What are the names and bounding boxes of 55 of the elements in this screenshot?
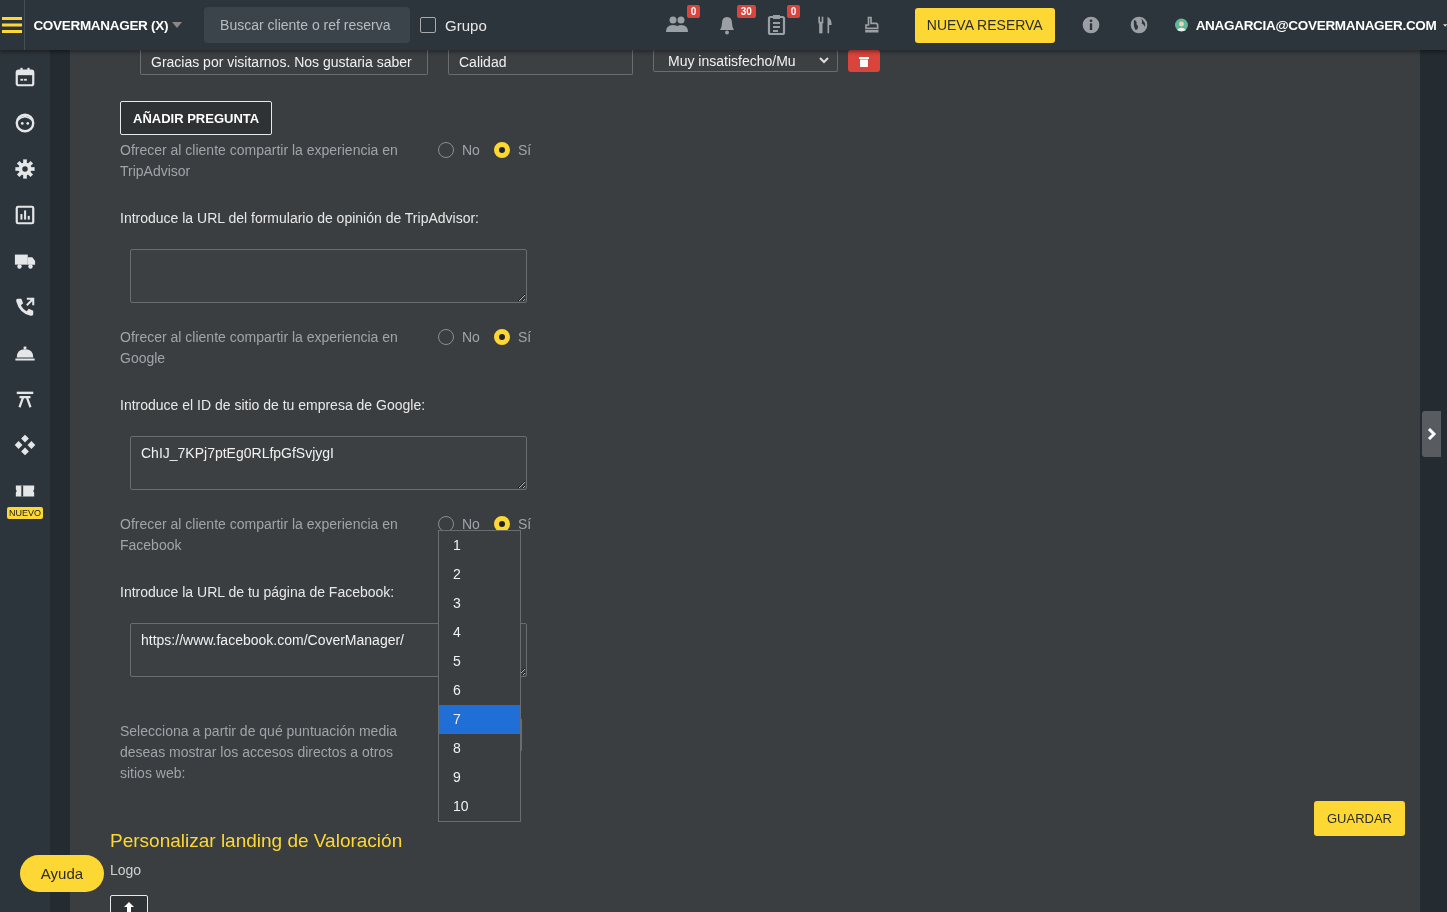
logo-label: Logo bbox=[110, 861, 143, 880]
score-label: Selecciona a partir de qué puntuación media deseas mostrar los accesos directos a otros sitios web: bbox=[120, 722, 399, 783]
group-checkbox[interactable]: Grupo bbox=[420, 16, 487, 34]
delete-button[interactable] bbox=[848, 50, 880, 72]
menu-icon[interactable] bbox=[2, 17, 23, 33]
scale-select[interactable]: Muy insatisfecho/Mu bbox=[653, 50, 838, 72]
brand-selector[interactable]: COVERMANAGER (X) bbox=[33, 17, 183, 33]
expand-panel-button[interactable] bbox=[1422, 411, 1441, 457]
upload-icon bbox=[123, 902, 135, 912]
globe-icon[interactable] bbox=[1128, 15, 1149, 35]
save-button[interactable]: GUARDAR bbox=[1314, 801, 1405, 836]
chart-icon[interactable] bbox=[14, 203, 36, 227]
dropdown-option[interactable]: 10 bbox=[439, 792, 520, 821]
dropdown-option[interactable]: 3 bbox=[439, 589, 520, 618]
trash-icon bbox=[859, 55, 869, 67]
count-badge: 0 bbox=[686, 5, 701, 18]
dropdown-option[interactable]: 8 bbox=[439, 734, 520, 763]
dropdown-option[interactable]: 2 bbox=[439, 560, 520, 589]
text-area[interactable]: ChIJ_7KPj7ptEg0RLfpGfSvjygI bbox=[130, 436, 527, 490]
field-label: Introduce la URL del formulario de opinión de TripAdvisor: bbox=[120, 209, 479, 228]
info-icon[interactable] bbox=[1080, 15, 1101, 35]
search-field[interactable]: Buscar cliente o ref reserva bbox=[204, 7, 411, 43]
field-label: Introduce el ID de sitio de tu empresa de Google: bbox=[120, 396, 426, 415]
phone-icon[interactable] bbox=[14, 295, 36, 319]
face-icon[interactable] bbox=[14, 111, 36, 135]
option-label: Ofrecer al cliente compartir la experiencia en TripAdvisor bbox=[120, 141, 399, 181]
dropdown-option[interactable]: 1 bbox=[439, 531, 520, 560]
field-label: Introduce la URL de tu página de Facebook: bbox=[120, 583, 395, 602]
option-label: Ofrecer al cliente compartir la experiencia en Google bbox=[120, 328, 399, 368]
user-menu[interactable]: ANAGARCIA@COVERMANAGER.COM bbox=[1195, 17, 1437, 33]
option-label: Ofrecer al cliente compartir la experiencia en Facebook bbox=[120, 515, 399, 555]
radio-option[interactable]: Sí bbox=[493, 140, 532, 160]
dropdown-option[interactable]: 6 bbox=[439, 676, 520, 705]
caret-icon bbox=[172, 22, 183, 28]
count-badge: 30 bbox=[736, 5, 756, 18]
section-title: Personalizar landing de Valoración bbox=[110, 829, 404, 853]
radio-option[interactable]: No bbox=[438, 140, 480, 160]
calendar-icon[interactable] bbox=[14, 65, 36, 89]
category-field[interactable]: Calidad bbox=[448, 50, 633, 75]
count-badge: 0 bbox=[786, 5, 801, 18]
dropdown-option[interactable]: 7 bbox=[439, 705, 520, 734]
dropdown-option[interactable]: 9 bbox=[439, 763, 520, 792]
add-question-button[interactable]: AÑADIR PREGUNTA bbox=[120, 101, 273, 135]
question-field[interactable]: Gracias por visitarnos. Nos gustaria saber bbox=[140, 50, 428, 75]
settings-icon[interactable] bbox=[14, 157, 36, 181]
new-booking-button[interactable]: NUEVA RESERVA bbox=[914, 7, 1055, 43]
radio-option[interactable]: Sí bbox=[493, 327, 532, 347]
caret-icon[interactable] bbox=[1442, 22, 1447, 28]
help-button[interactable]: Ayuda bbox=[20, 855, 104, 892]
dropdown-option[interactable]: 5 bbox=[439, 647, 520, 676]
radio-option[interactable]: No bbox=[438, 327, 480, 347]
puzzle-icon[interactable] bbox=[14, 433, 36, 457]
chevron-down-icon bbox=[819, 57, 829, 64]
new-badge: NUEVO bbox=[7, 507, 43, 519]
chevron-right-icon bbox=[1426, 428, 1437, 440]
